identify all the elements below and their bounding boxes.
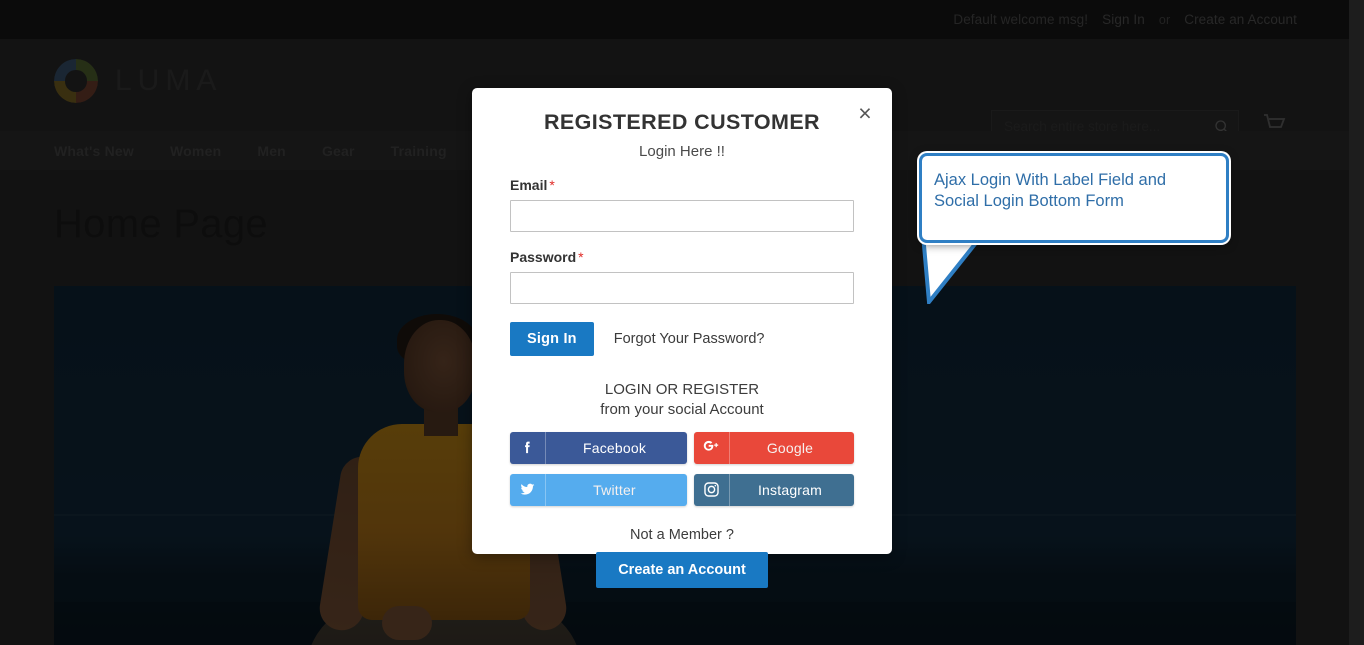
page-scrollbar[interactable] xyxy=(1349,0,1364,645)
instagram-login-button[interactable]: Instagram xyxy=(694,473,854,506)
not-a-member-text: Not a Member ? xyxy=(630,526,734,543)
sign-in-button[interactable]: Sign In xyxy=(510,322,594,356)
facebook-icon xyxy=(510,431,546,464)
page-title: Home Page xyxy=(54,202,268,246)
instagram-login-label: Instagram xyxy=(757,481,823,498)
email-input[interactable] xyxy=(510,200,854,232)
twitter-icon xyxy=(510,473,546,506)
annotation-callout-text: Ajax Login With Label Field and Social L… xyxy=(934,171,1167,210)
top-utility-bar: Default welcome msg! Sign In or Create a… xyxy=(0,0,1349,39)
nav-item-women[interactable]: Women xyxy=(170,143,221,159)
logo-text: LUMA xyxy=(115,64,223,97)
password-label-text: Password xyxy=(510,249,577,265)
email-label-text: Email xyxy=(510,177,548,193)
close-icon[interactable]: × xyxy=(852,100,878,126)
google-login-button[interactable]: Google xyxy=(694,431,854,464)
welcome-message: Default welcome msg! xyxy=(953,12,1089,27)
top-sign-in-link[interactable]: Sign In xyxy=(1102,12,1145,27)
twitter-login-button[interactable]: Twitter xyxy=(510,473,687,506)
email-required-marker: * xyxy=(549,177,555,193)
top-create-account-link[interactable]: Create an Account xyxy=(1184,12,1297,27)
password-input[interactable] xyxy=(510,272,854,304)
login-modal: × REGISTERED CUSTOMER Login Here !! Emai… xyxy=(472,88,892,588)
page-root: Default welcome msg! Sign In or Create a… xyxy=(0,0,1364,645)
nav-item-training[interactable]: Training xyxy=(391,143,447,159)
luma-pinwheel-icon xyxy=(54,59,98,103)
email-label: Email * xyxy=(510,177,854,193)
social-login-heading: LOGIN OR REGISTER from your social Accou… xyxy=(510,380,854,421)
social-heading-line-2: from your social Account xyxy=(600,401,764,419)
facebook-login-button[interactable]: Facebook xyxy=(510,431,687,464)
top-or-separator: or xyxy=(1158,13,1171,27)
nav-item-men[interactable]: Men xyxy=(257,143,286,159)
modal-subtitle: Login Here !! xyxy=(639,143,725,160)
social-heading-line-1: LOGIN OR REGISTER xyxy=(604,381,760,398)
create-account-button[interactable]: Create an Account xyxy=(596,551,768,588)
twitter-login-label: Twitter xyxy=(593,481,636,498)
login-actions: Sign In Forgot Your Password? xyxy=(510,322,854,356)
google-login-label: Google xyxy=(766,439,814,456)
nav-item-whats-new[interactable]: What's New xyxy=(54,143,134,159)
password-label: Password * xyxy=(510,249,854,265)
nav-item-gear[interactable]: Gear xyxy=(322,143,355,159)
instagram-icon xyxy=(694,473,730,506)
facebook-login-label: Facebook xyxy=(582,439,647,456)
forgot-password-link[interactable]: Forgot Your Password? xyxy=(614,331,765,347)
annotation-callout: Ajax Login With Label Field and Social L… xyxy=(919,153,1229,243)
modal-title: REGISTERED CUSTOMER xyxy=(544,110,820,134)
social-login-buttons: Facebook Google Twitter Instagram xyxy=(510,431,854,506)
logo-link[interactable]: LUMA xyxy=(54,59,222,103)
password-required-marker: * xyxy=(578,249,584,265)
google-plus-icon xyxy=(694,431,730,464)
